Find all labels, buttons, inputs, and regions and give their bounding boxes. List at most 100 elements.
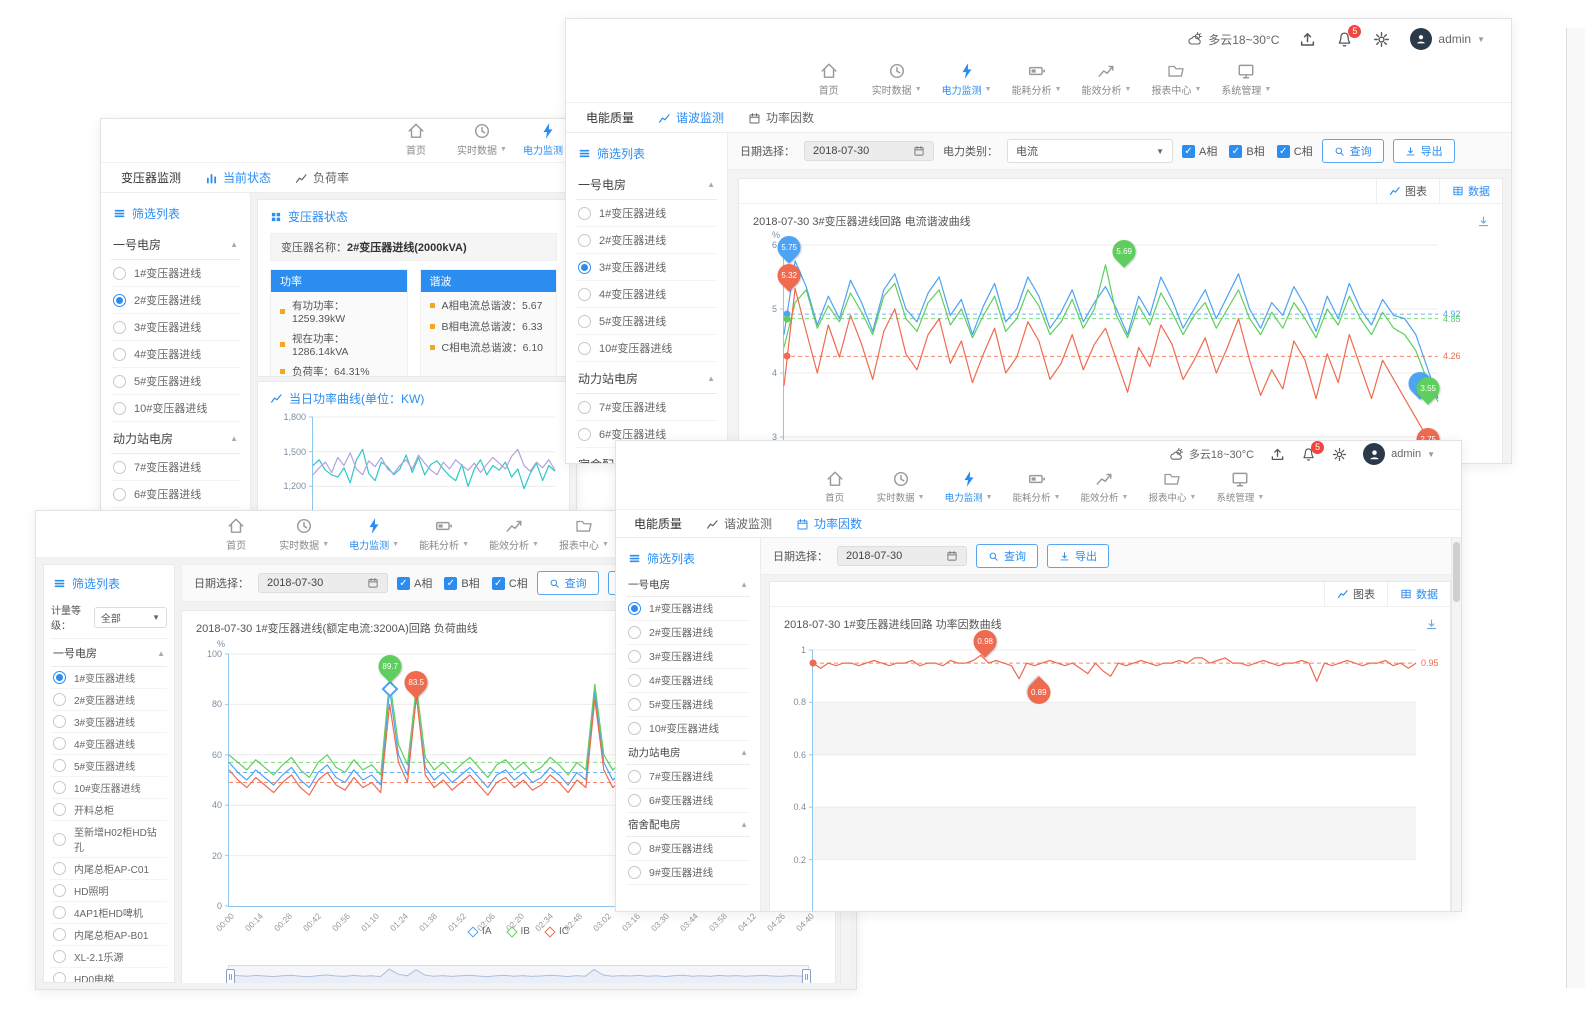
phase-checkbox[interactable]: ✓C相 bbox=[492, 575, 528, 591]
filter-row[interactable]: 10#变压器进线 ▲ bbox=[576, 335, 717, 362]
tab[interactable]: 功率因数 bbox=[796, 515, 862, 532]
filter-row[interactable]: 6#变压器进线 ▲ bbox=[111, 481, 240, 508]
phase-checkbox[interactable]: ✓C相 bbox=[1277, 143, 1313, 159]
download-chart-icon[interactable] bbox=[1477, 213, 1490, 231]
legend-item[interactable]: IC bbox=[546, 926, 569, 937]
filter-row[interactable]: 1#变压器进线 ▲ bbox=[576, 200, 717, 227]
date-input[interactable]: 2018-07-30 bbox=[837, 546, 967, 566]
tab[interactable]: 电能质量 bbox=[634, 515, 682, 532]
filter-row[interactable]: 4#变压器进线 ▲ bbox=[626, 669, 750, 693]
meter-level-select[interactable]: 全部▼ bbox=[94, 607, 167, 628]
chart-view-tab[interactable]: 图表 bbox=[1376, 179, 1440, 203]
filter-row[interactable]: 内尾总柜AP-C01 ▲ bbox=[51, 858, 167, 880]
filter-row[interactable]: 5#变压器进线 ▲ bbox=[51, 755, 167, 777]
nav-item[interactable]: 能效分析▼ bbox=[1081, 470, 1129, 504]
datazoom-handle-left[interactable] bbox=[226, 969, 235, 983]
nav-item[interactable]: 能耗分析▼ bbox=[1012, 62, 1062, 97]
legend-item[interactable]: IB bbox=[508, 926, 530, 937]
nav-item[interactable]: 能耗分析▼ bbox=[1013, 470, 1061, 504]
filter-row[interactable]: 7#变压器进线 ▲ bbox=[111, 454, 240, 481]
filter-row[interactable]: XL-2.1乐源 ▲ bbox=[51, 946, 167, 968]
nav-item[interactable]: 系统管理▼ bbox=[1221, 62, 1271, 97]
download-chart-icon[interactable] bbox=[1425, 616, 1438, 634]
collapse-caret-icon[interactable]: ▲ bbox=[740, 748, 748, 757]
date-input[interactable]: 2018-07-30 bbox=[258, 573, 388, 593]
filter-row[interactable]: 宿舍配电房 ▲ bbox=[626, 813, 750, 837]
filter-row[interactable]: HD0电梯 ▲ bbox=[51, 968, 167, 983]
filter-row[interactable]: 3#变压器进线 ▲ bbox=[626, 645, 750, 669]
nav-item[interactable]: 能效分析▼ bbox=[489, 517, 539, 552]
datazoom-slider[interactable] bbox=[228, 965, 809, 983]
filter-row[interactable]: 开料总柜 ▲ bbox=[51, 799, 167, 821]
filter-row[interactable]: 3#变压器进线 ▲ bbox=[576, 254, 717, 281]
filter-row[interactable]: 2#变压器进线 ▲ bbox=[576, 227, 717, 254]
filter-row[interactable]: 3#变压器进线 ▲ bbox=[51, 711, 167, 733]
nav-item[interactable]: 实时数据▼ bbox=[459, 122, 505, 157]
nav-item[interactable]: 电力监测▼ bbox=[945, 470, 993, 504]
filter-row[interactable]: 6#变压器进线 ▲ bbox=[626, 789, 750, 813]
phase-checkbox[interactable]: ✓B相 bbox=[1229, 143, 1264, 159]
filter-row[interactable]: 5#变压器进线 ▲ bbox=[111, 368, 240, 395]
collapse-caret-icon[interactable]: ▲ bbox=[740, 580, 748, 589]
filter-row[interactable]: 1#变压器进线 ▲ bbox=[51, 667, 167, 689]
filter-row[interactable]: 一号电房 ▲ bbox=[51, 639, 167, 667]
collapse-caret-icon[interactable]: ▲ bbox=[707, 374, 715, 383]
collapse-caret-icon[interactable]: ▲ bbox=[707, 180, 715, 189]
filter-row[interactable]: 至新增H02柜HD钻孔 ▲ bbox=[51, 821, 167, 858]
phase-checkbox[interactable]: ✓A相 bbox=[397, 575, 432, 591]
filter-row[interactable]: 一号电房 ▲ bbox=[576, 168, 717, 200]
filter-row[interactable]: 4AP1柜HD啤机 ▲ bbox=[51, 902, 167, 924]
filter-row[interactable]: 2#变压器进线 ▲ bbox=[51, 689, 167, 711]
settings-gear-icon[interactable] bbox=[1332, 447, 1347, 462]
filter-row[interactable]: 内尾总柜AP-B01 ▲ bbox=[51, 924, 167, 946]
upload-icon[interactable] bbox=[1299, 31, 1316, 48]
filter-row[interactable]: 8#变压器进线 ▲ bbox=[626, 837, 750, 861]
tab[interactable]: 负荷率 bbox=[295, 169, 349, 186]
filter-row[interactable]: 动力站电房 ▲ bbox=[111, 422, 240, 454]
filter-row[interactable]: 10#变压器进线 ▲ bbox=[51, 777, 167, 799]
user-menu[interactable]: admin▼ bbox=[1410, 28, 1485, 50]
nav-item[interactable]: 能效分析▼ bbox=[1082, 62, 1132, 97]
chart-view-tab[interactable]: 图表 bbox=[1324, 582, 1388, 606]
filter-row[interactable]: 4#变压器进线 ▲ bbox=[576, 281, 717, 308]
filter-row[interactable]: 5#变压器进线 ▲ bbox=[576, 308, 717, 335]
tab[interactable]: 变压器监测 bbox=[121, 169, 181, 186]
user-menu[interactable]: admin▼ bbox=[1363, 443, 1435, 465]
tab[interactable]: 谐波监测 bbox=[658, 109, 724, 126]
tab[interactable]: 谐波监测 bbox=[706, 515, 772, 532]
filter-row[interactable]: 4#变压器进线 ▲ bbox=[51, 733, 167, 755]
filter-row[interactable]: 1#变压器进线 ▲ bbox=[626, 597, 750, 621]
filter-row[interactable]: 10#变压器进线 ▲ bbox=[111, 395, 240, 422]
data-view-tab[interactable]: 数据 bbox=[1388, 582, 1450, 606]
nav-item[interactable]: 首页 bbox=[813, 470, 857, 504]
filter-row[interactable]: 3#变压器进线 ▲ bbox=[111, 314, 240, 341]
collapse-caret-icon[interactable]: ▲ bbox=[230, 434, 238, 443]
tab[interactable]: 当前状态 bbox=[205, 169, 271, 186]
nav-item[interactable]: 电力监测▼ bbox=[942, 62, 992, 97]
collapse-caret-icon[interactable]: ▲ bbox=[740, 820, 748, 829]
nav-item[interactable]: 报表中心▼ bbox=[1148, 470, 1196, 504]
date-input[interactable]: 2018-07-30 bbox=[804, 141, 934, 161]
collapse-caret-icon[interactable]: ▲ bbox=[157, 649, 165, 658]
scrollbar[interactable] bbox=[1451, 538, 1461, 911]
filter-row[interactable]: 动力站电房 ▲ bbox=[626, 741, 750, 765]
nav-item[interactable]: 首页 bbox=[213, 517, 259, 552]
settings-gear-icon[interactable] bbox=[1373, 31, 1390, 48]
notifications-bell-icon[interactable]: 5 bbox=[1301, 447, 1316, 462]
tab[interactable]: 功率因数 bbox=[748, 109, 814, 126]
filter-row[interactable]: 2#变压器进线 ▲ bbox=[626, 621, 750, 645]
query-button[interactable]: 查询 bbox=[1322, 139, 1384, 163]
query-button[interactable]: 查询 bbox=[976, 544, 1038, 568]
phase-checkbox[interactable]: ✓A相 bbox=[1182, 143, 1217, 159]
collapse-caret-icon[interactable]: ▲ bbox=[230, 240, 238, 249]
query-button[interactable]: 查询 bbox=[537, 571, 599, 595]
filter-row[interactable]: 2#变压器进线 ▲ bbox=[111, 287, 240, 314]
category-select[interactable]: 电流▼ bbox=[1007, 139, 1173, 163]
nav-item[interactable]: 首页 bbox=[806, 62, 852, 97]
export-button[interactable]: 导出 bbox=[1047, 544, 1109, 568]
filter-row[interactable]: 一号电房 ▲ bbox=[626, 573, 750, 597]
filter-row[interactable]: 10#变压器进线 ▲ bbox=[626, 717, 750, 741]
scrollbar-thumb[interactable] bbox=[1453, 542, 1460, 602]
datazoom-handle-right[interactable] bbox=[802, 969, 811, 983]
tab[interactable]: 电能质量 bbox=[586, 109, 634, 126]
